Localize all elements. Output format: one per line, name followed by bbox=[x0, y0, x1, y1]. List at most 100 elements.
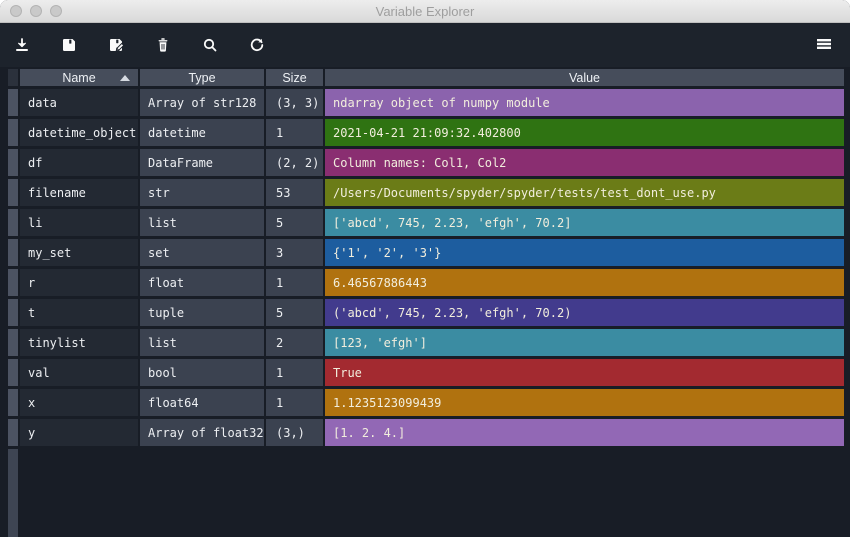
cell-type[interactable]: Array of str128 bbox=[140, 89, 264, 116]
cell-value[interactable]: ('abcd', 745, 2.23, 'efgh', 70.2) bbox=[325, 299, 844, 326]
row-header[interactable] bbox=[8, 89, 18, 116]
cell-size[interactable]: 53 bbox=[266, 179, 323, 206]
row-header[interactable] bbox=[8, 269, 18, 296]
table-header: Name Type Size Value bbox=[8, 69, 844, 86]
column-header-type-label: Type bbox=[188, 70, 216, 85]
cell-type[interactable]: float64 bbox=[140, 389, 264, 416]
cell-value[interactable]: 6.46567886443 bbox=[325, 269, 844, 296]
cell-type[interactable]: list bbox=[140, 329, 264, 356]
column-header-size[interactable]: Size bbox=[266, 69, 323, 86]
cell-size[interactable]: (3,) bbox=[266, 419, 323, 446]
table-row: t tuple 5 ('abcd', 745, 2.23, 'efgh', 70… bbox=[8, 299, 844, 326]
cell-type[interactable]: set bbox=[140, 239, 264, 266]
cell-type[interactable]: list bbox=[140, 209, 264, 236]
row-header[interactable] bbox=[8, 179, 18, 206]
table-row: df DataFrame (2, 2) Column names: Col1, … bbox=[8, 149, 844, 176]
cell-value[interactable]: [123, 'efgh'] bbox=[325, 329, 844, 356]
cell-name[interactable]: t bbox=[20, 299, 138, 326]
row-header[interactable] bbox=[8, 209, 18, 236]
cell-name[interactable]: filename bbox=[20, 179, 138, 206]
zoom-button[interactable] bbox=[50, 5, 62, 17]
table-row: r float 1 6.46567886443 bbox=[8, 269, 844, 296]
cell-type[interactable]: DataFrame bbox=[140, 149, 264, 176]
cell-size[interactable]: 1 bbox=[266, 389, 323, 416]
cell-value[interactable]: ['abcd', 745, 2.23, 'efgh', 70.2] bbox=[325, 209, 844, 236]
row-header[interactable] bbox=[8, 329, 18, 356]
cell-value[interactable]: {'1', '2', '3'} bbox=[325, 239, 844, 266]
import-data-button[interactable] bbox=[2, 27, 42, 63]
row-header[interactable] bbox=[8, 119, 18, 146]
row-header[interactable] bbox=[8, 239, 18, 266]
cell-size[interactable]: 5 bbox=[266, 209, 323, 236]
cell-type[interactable]: Array of float32 bbox=[140, 419, 264, 446]
cell-size[interactable]: (3, 3) bbox=[266, 89, 323, 116]
cell-type[interactable]: tuple bbox=[140, 299, 264, 326]
toolbar bbox=[0, 23, 850, 67]
cell-name[interactable]: df bbox=[20, 149, 138, 176]
cell-value[interactable]: ndarray object of numpy module bbox=[325, 89, 844, 116]
column-header-size-label: Size bbox=[282, 70, 307, 85]
cell-name[interactable]: my_set bbox=[20, 239, 138, 266]
cell-size[interactable]: (2, 2) bbox=[266, 149, 323, 176]
cell-size[interactable]: 2 bbox=[266, 329, 323, 356]
cell-name[interactable]: r bbox=[20, 269, 138, 296]
options-menu-button[interactable] bbox=[806, 27, 842, 63]
cell-type[interactable]: str bbox=[140, 179, 264, 206]
cell-size[interactable]: 3 bbox=[266, 239, 323, 266]
row-header-gutter bbox=[8, 449, 18, 537]
titlebar[interactable]: Variable Explorer bbox=[0, 0, 850, 23]
cell-name[interactable]: datetime_object bbox=[20, 119, 138, 146]
cell-name[interactable]: x bbox=[20, 389, 138, 416]
table-row: filename str 53 /Users/Documents/spyder/… bbox=[8, 179, 844, 206]
remove-variable-button[interactable] bbox=[143, 27, 183, 63]
cell-name[interactable]: tinylist bbox=[20, 329, 138, 356]
save-data-as-button[interactable] bbox=[96, 27, 136, 63]
cell-value[interactable]: True bbox=[325, 359, 844, 386]
cell-name[interactable]: val bbox=[20, 359, 138, 386]
table-row: tinylist list 2 [123, 'efgh'] bbox=[8, 329, 844, 356]
save-as-icon bbox=[107, 36, 126, 54]
table-row: y Array of float32 (3,) [1. 2. 4.] bbox=[8, 419, 844, 446]
column-header-name[interactable]: Name bbox=[20, 69, 138, 86]
variable-explorer-window: Variable Explorer Name Type Size Value d… bbox=[0, 0, 850, 537]
cell-type[interactable]: bool bbox=[140, 359, 264, 386]
row-header[interactable] bbox=[8, 419, 18, 446]
sort-ascending-icon bbox=[120, 74, 130, 81]
cell-value[interactable]: 1.1235123099439 bbox=[325, 389, 844, 416]
header-corner bbox=[8, 69, 18, 86]
column-header-type[interactable]: Type bbox=[140, 69, 264, 86]
row-header[interactable] bbox=[8, 149, 18, 176]
table-row: my_set set 3 {'1', '2', '3'} bbox=[8, 239, 844, 266]
search-icon bbox=[201, 36, 219, 54]
cell-value[interactable]: Column names: Col1, Col2 bbox=[325, 149, 844, 176]
cell-size[interactable]: 1 bbox=[266, 119, 323, 146]
cell-size[interactable]: 1 bbox=[266, 359, 323, 386]
trash-icon bbox=[154, 36, 172, 54]
save-icon bbox=[60, 36, 78, 54]
close-button[interactable] bbox=[10, 5, 22, 17]
minimize-button[interactable] bbox=[30, 5, 42, 17]
refresh-button[interactable] bbox=[237, 27, 277, 63]
cell-value[interactable]: [1. 2. 4.] bbox=[325, 419, 844, 446]
cell-type[interactable]: float bbox=[140, 269, 264, 296]
cell-name[interactable]: li bbox=[20, 209, 138, 236]
cell-value[interactable]: /Users/Documents/spyder/spyder/tests/tes… bbox=[325, 179, 844, 206]
row-header[interactable] bbox=[8, 389, 18, 416]
save-data-button[interactable] bbox=[49, 27, 89, 63]
column-header-value-label: Value bbox=[568, 70, 601, 85]
table-row: data Array of str128 (3, 3) ndarray obje… bbox=[8, 89, 844, 116]
hamburger-icon bbox=[816, 37, 832, 54]
cell-size[interactable]: 1 bbox=[266, 269, 323, 296]
cell-value[interactable]: 2021-04-21 21:09:32.402800 bbox=[325, 119, 844, 146]
column-header-value[interactable]: Value bbox=[325, 69, 844, 86]
window-title: Variable Explorer bbox=[375, 3, 475, 19]
row-header[interactable] bbox=[8, 359, 18, 386]
cell-size[interactable]: 5 bbox=[266, 299, 323, 326]
table-row: x float64 1 1.1235123099439 bbox=[8, 389, 844, 416]
row-header[interactable] bbox=[8, 299, 18, 326]
cell-type[interactable]: datetime bbox=[140, 119, 264, 146]
cell-name[interactable]: data bbox=[20, 89, 138, 116]
cell-name[interactable]: y bbox=[20, 419, 138, 446]
import-icon bbox=[13, 36, 31, 54]
search-button[interactable] bbox=[190, 27, 230, 63]
